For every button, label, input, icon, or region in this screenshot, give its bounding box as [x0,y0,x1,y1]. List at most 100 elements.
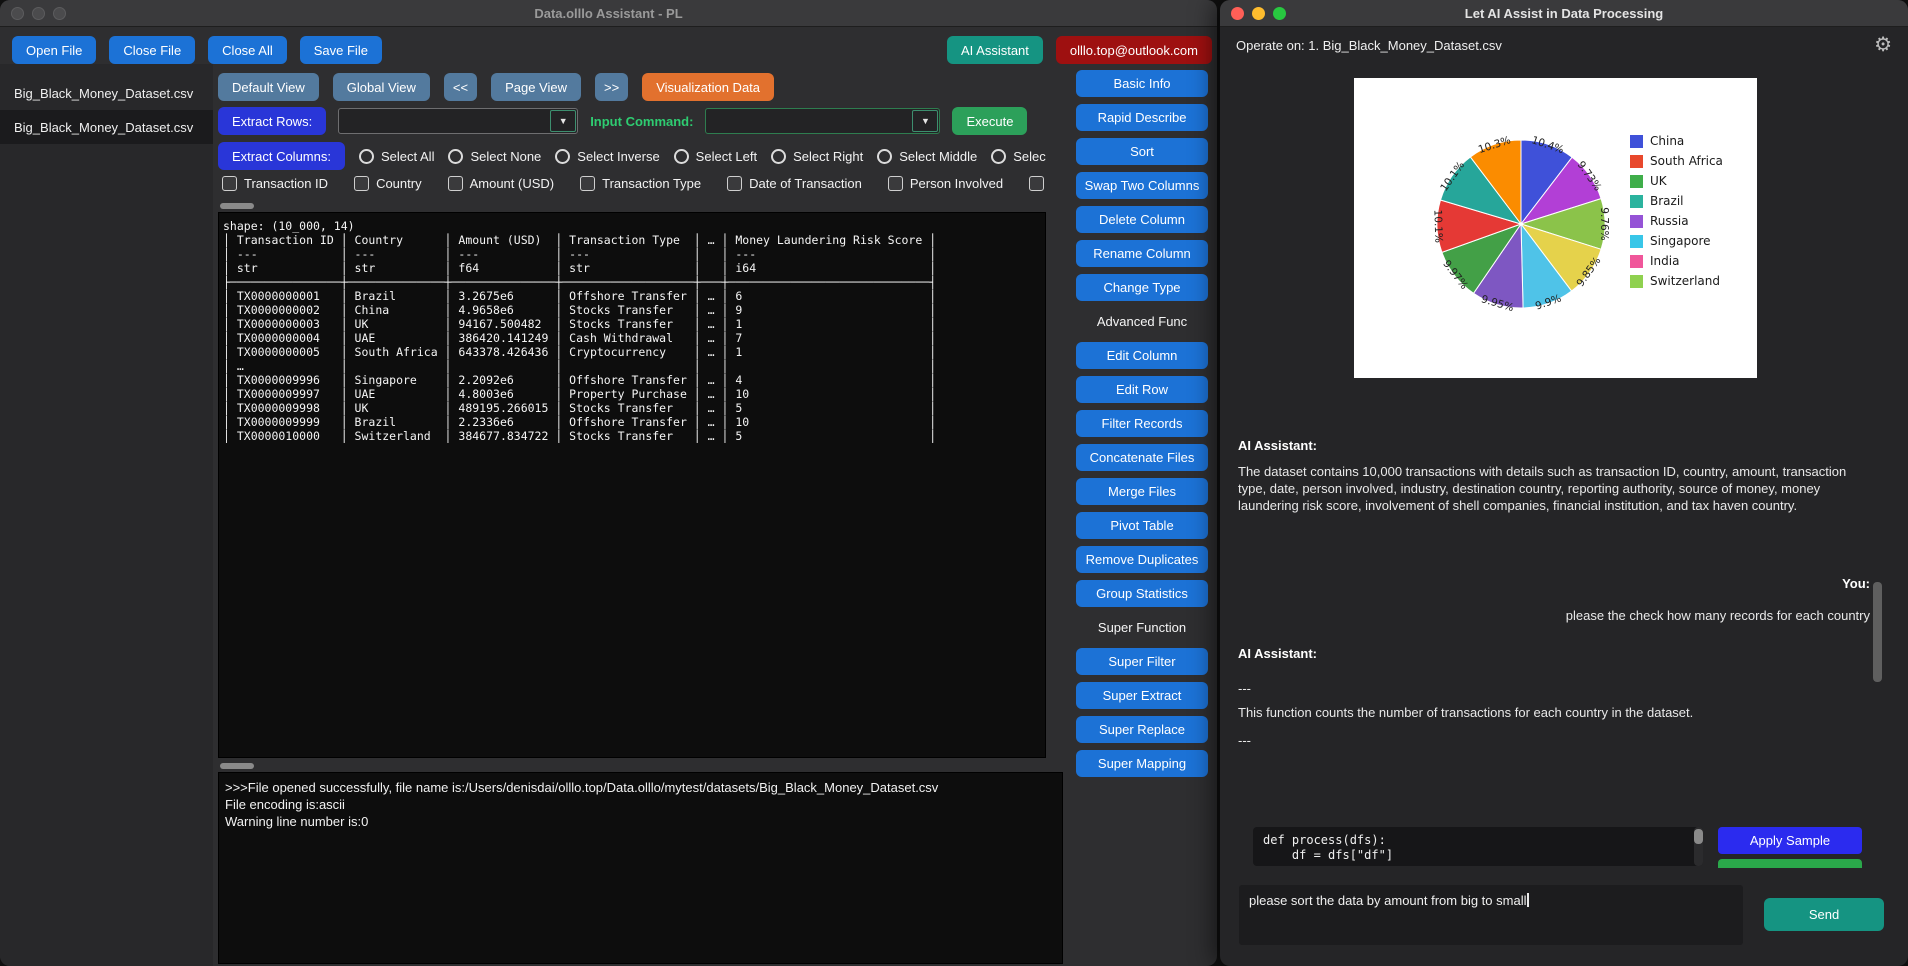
input-command-combobox[interactable]: ▼ [705,108,940,134]
column-checkbox[interactable]: Transaction Type [580,176,701,191]
function-button[interactable]: Change Type [1076,274,1208,301]
select-mode-radio[interactable]: Select All [359,149,434,164]
column-checkbox[interactable] [1029,176,1051,191]
assistant-message: This function counts the number of trans… [1238,704,1856,721]
chat-input[interactable]: please sort the data by amount from big … [1239,885,1743,945]
page-prev-button[interactable]: << [444,73,477,101]
data-preview-console[interactable]: shape: (10_000, 14) │ Transaction ID │ C… [218,212,1046,758]
function-button[interactable]: Super Filter [1076,648,1208,675]
ai-assist-window: Let AI Assist in Data Processing Operate… [1220,0,1908,966]
checkbox-icon [1029,176,1044,191]
vertical-scrollbar[interactable] [1873,582,1882,682]
minimize-window-button[interactable] [1252,7,1265,20]
zoom-window-button[interactable] [1273,7,1286,20]
select-mode-radio-group: Select All Select None Select Inverse [359,149,1046,164]
horizontal-scrollbar[interactable] [220,203,254,209]
select-mode-radio[interactable]: Select Right [771,149,863,164]
function-button[interactable]: Remove Duplicates [1076,546,1208,573]
basic-function-group: Basic Info Rapid Describe Sort Swap Two … [1076,70,1208,308]
function-button[interactable]: Filter Records [1076,410,1208,437]
column-checkbox[interactable]: Date of Transaction [727,176,862,191]
extract-rows-combobox[interactable]: ▼ [338,108,578,134]
visualization-data-button[interactable]: Visualization Data [642,73,774,101]
function-button[interactable]: Merge Files [1076,478,1208,505]
function-button[interactable]: Pivot Table [1076,512,1208,539]
message-separator: --- [1238,681,1870,696]
legend-item: UK [1630,174,1723,188]
account-button[interactable]: olllo.top@outlook.com [1056,36,1212,64]
zoom-window-button[interactable] [53,7,66,20]
save-file-button[interactable]: Save File [300,36,382,64]
function-button[interactable]: Edit Column [1076,342,1208,369]
function-button[interactable]: Sort [1076,138,1208,165]
left-titlebar: Data.olllo Assistant - PL [0,0,1217,27]
advanced-func-label: Advanced Func [1076,308,1208,335]
legend-item: India [1630,254,1723,268]
legend-color-swatch [1630,195,1643,208]
close-all-button[interactable]: Close All [208,36,287,64]
minimize-window-button[interactable] [32,7,45,20]
legend-color-swatch [1630,155,1643,168]
select-mode-radio[interactable]: Select None [448,149,541,164]
window-title: Let AI Assist in Data Processing [1465,6,1663,21]
function-button[interactable]: Edit Row [1076,376,1208,403]
function-button[interactable]: Super Replace [1076,716,1208,743]
file-toolbar: Open File Close File Close All Save File… [12,36,1212,64]
send-button[interactable]: Send [1764,898,1884,931]
file-item-selected[interactable]: Big_Black_Money_Dataset.csv [0,110,213,144]
legend-color-swatch [1630,135,1643,148]
function-button[interactable]: Concatenate Files [1076,444,1208,471]
checkbox-icon [888,176,903,191]
column-checkbox[interactable]: Transaction ID [222,176,328,191]
page-view-button[interactable]: Page View [491,73,581,101]
log-console[interactable]: >>>File opened successfully, file name i… [218,772,1063,964]
extract-columns-button[interactable]: Extract Columns: [218,142,345,170]
function-button[interactable]: Basic Info [1076,70,1208,97]
code-preview[interactable]: def process(dfs): df = dfs["df"] [1253,827,1703,866]
legend-item: Switzerland [1630,274,1723,288]
column-checkbox[interactable]: Person Involved [888,176,1003,191]
close-file-button[interactable]: Close File [109,36,195,64]
column-checkbox[interactable]: Amount (USD) [448,176,555,191]
function-button[interactable]: Super Extract [1076,682,1208,709]
function-sidebar: Basic Info Rapid Describe Sort Swap Two … [1076,70,1208,784]
main-panel: Default View Global View << Page View >>… [218,64,1064,966]
ai-assistant-button[interactable]: AI Assistant [947,36,1043,64]
operate-on-header: Operate on: 1. Big_Black_Money_Dataset.c… [1220,27,1908,63]
radio-icon [771,149,786,164]
legend-color-swatch [1630,215,1643,228]
apply-sample-button[interactable]: Apply Sample [1718,827,1862,854]
close-window-button[interactable] [1231,7,1244,20]
chevron-down-icon: ▼ [912,110,938,132]
select-mode-radio[interactable]: Selec [991,149,1046,164]
input-command-combobox-value [706,109,911,133]
page-next-button[interactable]: >> [595,73,628,101]
open-file-button[interactable]: Open File [12,36,96,64]
function-button[interactable]: Delete Column [1076,206,1208,233]
message-separator: --- [1238,733,1870,748]
global-view-button[interactable]: Global View [333,73,430,101]
code-scrollbar[interactable] [1694,829,1703,844]
select-mode-radio[interactable]: Select Middle [877,149,977,164]
gear-icon[interactable]: ⚙ [1874,35,1892,55]
legend-item: South Africa [1630,154,1723,168]
horizontal-scrollbar[interactable] [220,763,254,769]
legend-color-swatch [1630,255,1643,268]
file-item[interactable]: Big_Black_Money_Dataset.csv [0,76,213,110]
select-mode-radio[interactable]: Select Left [674,149,757,164]
function-button[interactable]: Group Statistics [1076,580,1208,607]
execute-button[interactable]: Execute [952,107,1027,135]
function-button[interactable]: Swap Two Columns [1076,172,1208,199]
close-window-button[interactable] [11,7,24,20]
chart-panel: 10.4%9.73%9.76%9.85%9.9%9.95%9.97%10.1%1… [1354,78,1757,378]
default-view-button[interactable]: Default View [218,73,319,101]
input-command-label: Input Command: [590,114,693,129]
select-mode-radio[interactable]: Select Inverse [555,149,659,164]
function-button[interactable]: Rapid Describe [1076,104,1208,131]
function-button[interactable]: Super Mapping [1076,750,1208,777]
function-button[interactable]: Rename Column [1076,240,1208,267]
partially-hidden-green-button[interactable] [1718,859,1862,868]
extract-rows-button[interactable]: Extract Rows: [218,107,326,135]
traffic-lights [11,7,66,20]
column-checkbox[interactable]: Country [354,176,422,191]
